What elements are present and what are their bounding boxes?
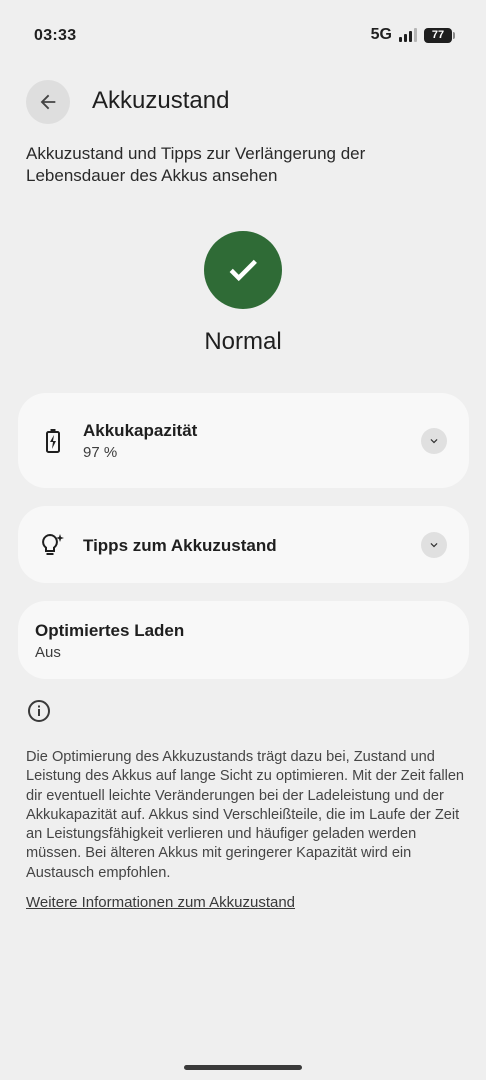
status-indicators: 5G 77 [370,26,455,44]
page-title: Akkuzustand [92,87,230,114]
optimized-charging-value: Aus [35,644,61,661]
check-icon [229,259,257,282]
capacity-title: Akkukapazität [83,421,198,440]
battery-level: 77 [431,29,445,41]
page-subtitle: Akkuzustand und Tipps zur Verlängerung d… [26,144,366,185]
tips-title: Tipps zum Akkuzustand [83,536,277,555]
capacity-value: 97 % [83,444,118,461]
chevron-down-icon [430,439,438,444]
capacity-expand-button[interactable] [421,428,447,454]
info-icon [28,700,50,722]
signal-icon [399,28,417,42]
info-description: Die Optimierung des Akkuzustands trägt d… [26,749,465,881]
status-label: Normal [204,328,282,355]
battery-charging-icon [40,428,66,454]
gesture-nav-handle[interactable] [184,1065,302,1070]
tips-expand-button[interactable] [421,532,447,558]
arrow-back-icon [40,94,56,110]
optimized-charging-card[interactable]: Optimiertes Laden Aus [18,601,469,679]
battery-icon: 77 [424,27,455,43]
status-bar: 03:33 5G 77 [0,0,486,72]
battery-capacity-card[interactable]: Akkukapazität 97 % [18,393,469,488]
battery-tips-card[interactable]: Tipps zum Akkuzustand [18,506,469,583]
lightbulb-sparkle-icon [40,532,66,558]
status-indicator [204,231,282,309]
status-time: 03:33 [34,27,77,44]
back-button[interactable] [26,80,70,124]
learn-more-link[interactable]: Weitere Informationen zum Akkuzustand [26,894,295,911]
optimized-charging-title: Optimiertes Laden [35,621,185,640]
network-type: 5G [370,26,392,43]
chevron-down-icon [430,543,438,548]
